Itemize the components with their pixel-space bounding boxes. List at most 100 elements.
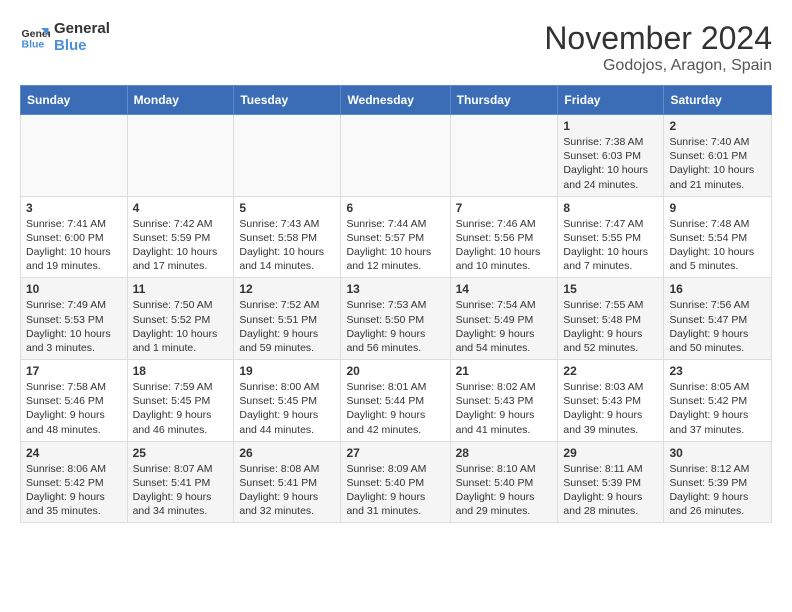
page-header: General Blue General Blue November 2024 … bbox=[20, 20, 772, 75]
svg-text:Blue: Blue bbox=[22, 39, 45, 51]
day-number: 19 bbox=[239, 364, 335, 378]
day-info: Sunrise: 8:01 AMSunset: 5:44 PMDaylight:… bbox=[346, 380, 444, 437]
day-info: Sunrise: 7:48 AMSunset: 5:54 PMDaylight:… bbox=[669, 217, 766, 274]
calendar-body: 1 Sunrise: 7:38 AMSunset: 6:03 PMDaylight… bbox=[21, 115, 772, 523]
day-number: 8 bbox=[563, 201, 658, 215]
day-info: Sunrise: 7:43 AMSunset: 5:58 PMDaylight:… bbox=[239, 217, 335, 274]
day-info: Sunrise: 8:08 AMSunset: 5:41 PMDaylight:… bbox=[239, 462, 335, 519]
day-number: 17 bbox=[26, 364, 122, 378]
day-number: 13 bbox=[346, 282, 444, 296]
day-number: 25 bbox=[133, 446, 229, 460]
day-info: Sunrise: 7:46 AMSunset: 5:56 PMDaylight:… bbox=[456, 217, 553, 274]
calendar-cell: 16 Sunrise: 7:56 AMSunset: 5:47 PMDayligh… bbox=[664, 278, 772, 360]
day-number: 11 bbox=[133, 282, 229, 296]
calendar-cell: 5 Sunrise: 7:43 AMSunset: 5:58 PMDaylight… bbox=[234, 196, 341, 278]
day-number: 9 bbox=[669, 201, 766, 215]
calendar-cell: 7 Sunrise: 7:46 AMSunset: 5:56 PMDaylight… bbox=[450, 196, 558, 278]
calendar-cell: 23Sunrise: 8:05 AMSunset: 5:42 PMDayligh… bbox=[664, 360, 772, 442]
day-number: 26 bbox=[239, 446, 335, 460]
day-info: Sunrise: 8:00 AMSunset: 5:45 PMDaylight:… bbox=[239, 380, 335, 437]
calendar-cell: 18Sunrise: 7:59 AMSunset: 5:45 PMDayligh… bbox=[127, 360, 234, 442]
calendar-cell: 1 Sunrise: 7:38 AMSunset: 6:03 PMDaylight… bbox=[558, 115, 664, 197]
day-info: Sunrise: 8:10 AMSunset: 5:40 PMDaylight:… bbox=[456, 462, 553, 519]
calendar-cell: 15Sunrise: 7:55 AMSunset: 5:48 PMDayligh… bbox=[558, 278, 664, 360]
day-info: Sunrise: 7:42 AMSunset: 5:59 PMDaylight:… bbox=[133, 217, 229, 274]
calendar-header: Sunday Monday Tuesday Wednesday Thursday… bbox=[21, 86, 772, 115]
day-info: Sunrise: 8:06 AMSunset: 5:42 PMDaylight:… bbox=[26, 462, 122, 519]
header-saturday: Saturday bbox=[664, 86, 772, 115]
header-monday: Monday bbox=[127, 86, 234, 115]
calendar-cell: 12 Sunrise: 7:52 AMSunset: 5:51 PMDayligh… bbox=[234, 278, 341, 360]
calendar-cell: 19 Sunrise: 8:00 AMSunset: 5:45 PMDayligh… bbox=[234, 360, 341, 442]
day-number: 27 bbox=[346, 446, 444, 460]
day-number: 1 bbox=[563, 119, 658, 133]
day-info: Sunrise: 7:55 AMSunset: 5:48 PMDaylight:… bbox=[563, 298, 658, 355]
logo: General Blue General Blue bbox=[20, 20, 110, 54]
day-info: Sunrise: 8:11 AMSunset: 5:39 PMDaylight:… bbox=[563, 462, 658, 519]
day-info: Sunrise: 7:52 AMSunset: 5:51 PMDaylight:… bbox=[239, 298, 335, 355]
calendar-cell: 17Sunrise: 7:58 AMSunset: 5:46 PMDayligh… bbox=[21, 360, 128, 442]
calendar-cell: 21 Sunrise: 8:02 AMSunset: 5:43 PMDayligh… bbox=[450, 360, 558, 442]
day-info: Sunrise: 7:38 AMSunset: 6:03 PMDaylight:… bbox=[563, 135, 658, 192]
day-number: 12 bbox=[239, 282, 335, 296]
calendar-cell: 4 Sunrise: 7:42 AMSunset: 5:59 PMDaylight… bbox=[127, 196, 234, 278]
calendar-cell: 3Sunrise: 7:41 AMSunset: 6:00 PMDaylight… bbox=[21, 196, 128, 278]
day-info: Sunrise: 7:56 AMSunset: 5:47 PMDaylight:… bbox=[669, 298, 766, 355]
calendar-cell: 10 Sunrise: 7:49 AMSunset: 5:53 PMDayligh… bbox=[21, 278, 128, 360]
day-info: Sunrise: 8:12 AMSunset: 5:39 PMDaylight:… bbox=[669, 462, 766, 519]
day-info: Sunrise: 7:54 AMSunset: 5:49 PMDaylight:… bbox=[456, 298, 553, 355]
calendar-cell: 20 Sunrise: 8:01 AMSunset: 5:44 PMDayligh… bbox=[341, 360, 450, 442]
day-number: 2 bbox=[669, 119, 766, 133]
calendar-week-3: 10 Sunrise: 7:49 AMSunset: 5:53 PMDayligh… bbox=[21, 278, 772, 360]
calendar-week-1: 1 Sunrise: 7:38 AMSunset: 6:03 PMDaylight… bbox=[21, 115, 772, 197]
header-thursday: Thursday bbox=[450, 86, 558, 115]
day-number: 20 bbox=[346, 364, 444, 378]
calendar-cell bbox=[450, 115, 558, 197]
day-info: Sunrise: 7:40 AMSunset: 6:01 PMDaylight:… bbox=[669, 135, 766, 192]
day-number: 30 bbox=[669, 446, 766, 460]
calendar-cell: 13 Sunrise: 7:53 AMSunset: 5:50 PMDayligh… bbox=[341, 278, 450, 360]
header-row: Sunday Monday Tuesday Wednesday Thursday… bbox=[21, 86, 772, 115]
day-info: Sunrise: 8:03 AMSunset: 5:43 PMDaylight:… bbox=[563, 380, 658, 437]
day-number: 29 bbox=[563, 446, 658, 460]
calendar-cell: 30 Sunrise: 8:12 AMSunset: 5:39 PMDayligh… bbox=[664, 441, 772, 523]
calendar-cell bbox=[21, 115, 128, 197]
calendar-cell: 6 Sunrise: 7:44 AMSunset: 5:57 PMDaylight… bbox=[341, 196, 450, 278]
header-wednesday: Wednesday bbox=[341, 86, 450, 115]
calendar-week-2: 3Sunrise: 7:41 AMSunset: 6:00 PMDaylight… bbox=[21, 196, 772, 278]
day-number: 21 bbox=[456, 364, 553, 378]
calendar-cell: 2 Sunrise: 7:40 AMSunset: 6:01 PMDaylight… bbox=[664, 115, 772, 197]
header-friday: Friday bbox=[558, 86, 664, 115]
calendar-cell: 28Sunrise: 8:10 AMSunset: 5:40 PMDayligh… bbox=[450, 441, 558, 523]
day-number: 18 bbox=[133, 364, 229, 378]
day-info: Sunrise: 7:49 AMSunset: 5:53 PMDaylight:… bbox=[26, 298, 122, 355]
day-info: Sunrise: 8:07 AMSunset: 5:41 PMDaylight:… bbox=[133, 462, 229, 519]
day-number: 14 bbox=[456, 282, 553, 296]
calendar-cell bbox=[341, 115, 450, 197]
calendar-cell: 26 Sunrise: 8:08 AMSunset: 5:41 PMDayligh… bbox=[234, 441, 341, 523]
day-info: Sunrise: 8:05 AMSunset: 5:42 PMDaylight:… bbox=[669, 380, 766, 437]
calendar-week-5: 24 Sunrise: 8:06 AMSunset: 5:42 PMDayligh… bbox=[21, 441, 772, 523]
day-number: 16 bbox=[669, 282, 766, 296]
header-tuesday: Tuesday bbox=[234, 86, 341, 115]
day-info: Sunrise: 8:09 AMSunset: 5:40 PMDaylight:… bbox=[346, 462, 444, 519]
calendar-week-4: 17Sunrise: 7:58 AMSunset: 5:46 PMDayligh… bbox=[21, 360, 772, 442]
logo-line2: Blue bbox=[54, 37, 110, 54]
day-info: Sunrise: 7:53 AMSunset: 5:50 PMDaylight:… bbox=[346, 298, 444, 355]
logo-icon: General Blue bbox=[20, 22, 50, 52]
day-number: 5 bbox=[239, 201, 335, 215]
day-info: Sunrise: 7:44 AMSunset: 5:57 PMDaylight:… bbox=[346, 217, 444, 274]
calendar-table: Sunday Monday Tuesday Wednesday Thursday… bbox=[20, 85, 772, 523]
header-sunday: Sunday bbox=[21, 86, 128, 115]
day-number: 4 bbox=[133, 201, 229, 215]
calendar-cell: 24 Sunrise: 8:06 AMSunset: 5:42 PMDayligh… bbox=[21, 441, 128, 523]
day-number: 24 bbox=[26, 446, 122, 460]
calendar-cell: 11Sunrise: 7:50 AMSunset: 5:52 PMDayligh… bbox=[127, 278, 234, 360]
day-number: 10 bbox=[26, 282, 122, 296]
day-info: Sunrise: 7:41 AMSunset: 6:00 PMDaylight:… bbox=[26, 217, 122, 274]
day-info: Sunrise: 8:02 AMSunset: 5:43 PMDaylight:… bbox=[456, 380, 553, 437]
day-number: 6 bbox=[346, 201, 444, 215]
day-number: 7 bbox=[456, 201, 553, 215]
calendar-cell: 9 Sunrise: 7:48 AMSunset: 5:54 PMDaylight… bbox=[664, 196, 772, 278]
calendar-subtitle: Godojos, Aragon, Spain bbox=[544, 57, 772, 75]
